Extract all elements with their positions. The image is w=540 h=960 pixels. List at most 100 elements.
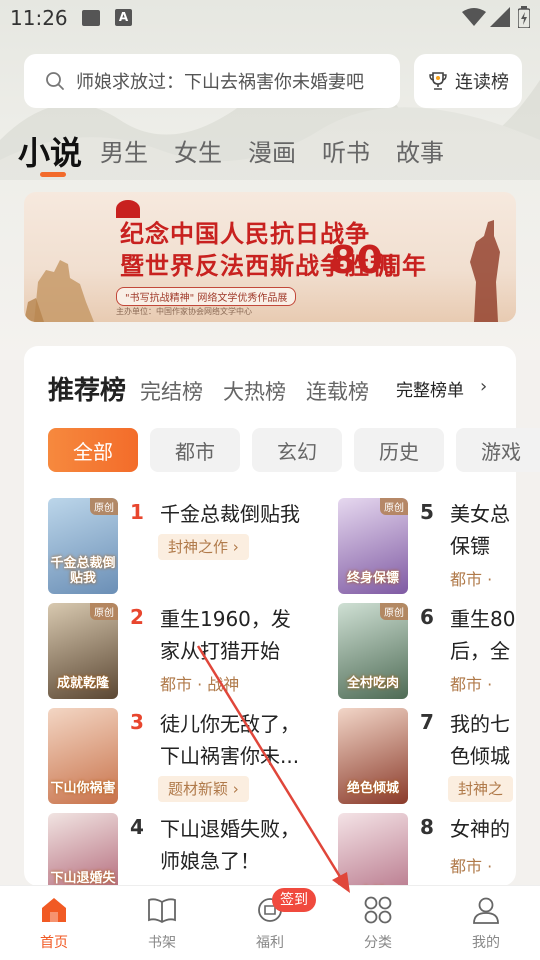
book-item[interactable]: 绝色倾城 7 我的七 色倾城 封神之 xyxy=(338,708,516,804)
nav-home[interactable]: 首页 xyxy=(14,894,94,952)
book-title: 下山退婚失败， xyxy=(160,817,300,841)
original-badge: 原创 xyxy=(90,498,118,515)
nav-category-label: 分类 xyxy=(364,935,392,951)
image-notification-icon xyxy=(82,10,100,26)
book-item[interactable]: 原创 终身保镖 5 美女总 保镖 都市 · xyxy=(338,498,516,594)
book-title: 徒儿你无敌了， xyxy=(160,712,300,736)
status-bar: 11:26 A xyxy=(0,0,540,36)
cover-title: 成就乾隆 xyxy=(56,675,109,691)
statue-illustration xyxy=(24,260,94,322)
soldier-silhouette xyxy=(470,220,500,322)
cover-title: 下山你祸害 xyxy=(50,780,116,796)
book-title-line2: 色倾城 xyxy=(450,744,510,768)
nav-bookshelf[interactable]: 书架 xyxy=(122,894,202,952)
original-badge: 原创 xyxy=(380,603,408,620)
book-title: 美女总 xyxy=(450,502,510,526)
book-tag[interactable]: 封神之 xyxy=(448,776,514,802)
book-title-line2: 下山祸害你未... xyxy=(160,744,300,768)
book-cover: 绝色倾城 xyxy=(338,708,408,804)
chip-all[interactable]: 全部 xyxy=(48,428,138,472)
chevron-right-icon[interactable]: › xyxy=(480,376,487,397)
grid-icon xyxy=(364,896,392,924)
continuous-reading-rank-button[interactable]: 连读榜 xyxy=(414,54,522,108)
original-badge: 原创 xyxy=(380,498,408,515)
rank-button-label: 连读榜 xyxy=(455,72,509,93)
nav-category[interactable]: 分类 xyxy=(338,894,418,952)
ranking-title[interactable]: 推荐榜 xyxy=(48,370,126,407)
banner-anniversary-suffix: 周年 xyxy=(378,252,426,280)
rank-number: 5 xyxy=(420,500,434,524)
ranking-tab-completed[interactable]: 完结榜 xyxy=(140,376,203,406)
book-cover: 原创 成就乾隆 xyxy=(48,603,118,699)
ranking-tab-hot[interactable]: 大热榜 xyxy=(223,376,286,406)
banner-footer: 主办单位：中国作家协会网络文学中心 xyxy=(116,307,252,316)
checkin-badge[interactable]: 签到 xyxy=(272,888,316,912)
chip-fantasy[interactable]: 玄幻 xyxy=(252,428,342,472)
book-cover: 下山你祸害 xyxy=(48,708,118,804)
rank-number: 2 xyxy=(130,605,144,629)
banner-anniversary-number: 80 xyxy=(330,238,383,282)
nav-home-label: 首页 xyxy=(40,935,68,951)
book-cover: 女神 xyxy=(338,813,408,888)
rank-number: 8 xyxy=(420,815,434,839)
book-genre: 都市 · 战神 xyxy=(160,675,240,694)
search-placeholder: 师娘求放过：下山去祸害你未婚妻吧 xyxy=(76,72,364,93)
book-cover: 原创 全村吃肉 xyxy=(338,603,408,699)
chip-history[interactable]: 历史 xyxy=(354,428,444,472)
rank-number: 1 xyxy=(130,500,144,524)
rank-number: 3 xyxy=(130,710,144,734)
chip-game[interactable]: 游戏 xyxy=(456,428,540,472)
ranking-tab-serial[interactable]: 连载榜 xyxy=(306,376,369,406)
tab-novel[interactable]: 小说 xyxy=(18,132,82,174)
trophy-icon xyxy=(429,72,447,90)
genre-chips: 全部 都市 玄幻 历史 游戏 xyxy=(48,428,540,472)
ranking-card: 推荐榜 完结榜 大热榜 连载榜 完整榜单 › 全部 都市 玄幻 历史 游戏 原创… xyxy=(24,346,540,909)
tab-female[interactable]: 女生 xyxy=(174,132,222,174)
banner-tag: "书写抗战精神" 网络文学优秀作品展 xyxy=(116,287,297,306)
nav-welfare-label: 福利 xyxy=(256,935,284,951)
book-item[interactable]: 原创 全村吃肉 6 重生80 后，全 都市 · xyxy=(338,603,516,699)
category-tabs: 小说 男生 女生 漫画 听书 故事 xyxy=(18,124,470,174)
search-bar[interactable]: 师娘求放过：下山去祸害你未婚妻吧 xyxy=(24,54,400,108)
book-tag[interactable]: 封神之作 › xyxy=(158,534,249,560)
book-title: 重生80 xyxy=(450,607,516,631)
full-ranking-link[interactable]: 完整榜单 xyxy=(396,376,464,401)
book-item[interactable]: 女神 8 女神的 都市 · xyxy=(338,813,516,888)
rank-number: 6 xyxy=(420,605,434,629)
rank-number: 7 xyxy=(420,710,434,734)
book-item[interactable]: 原创 成就乾隆 2 重生1960，发 家从打猎开始 都市 · 战神 xyxy=(48,603,308,699)
nav-mine[interactable]: 我的 xyxy=(446,894,526,952)
tab-audio[interactable]: 听书 xyxy=(322,132,370,174)
original-badge: 原创 xyxy=(90,603,118,620)
chip-urban[interactable]: 都市 xyxy=(150,428,240,472)
book-tag[interactable]: 题材新颖 › xyxy=(158,776,249,802)
book-genre: 都市 · xyxy=(450,570,493,589)
nav-bookshelf-label: 书架 xyxy=(148,935,176,951)
book-icon xyxy=(148,898,176,924)
book-cover: 原创 千金总裁倒贴我 xyxy=(48,498,118,594)
tab-story[interactable]: 故事 xyxy=(396,132,444,174)
signal-icon xyxy=(490,7,510,27)
book-genre: 都市 · xyxy=(450,857,493,876)
a-notification-icon: A xyxy=(115,9,132,26)
book-item[interactable]: 下山你祸害 3 徒儿你无敌了， 下山祸害你未... 题材新颖 › xyxy=(48,708,308,804)
search-icon xyxy=(46,72,64,90)
book-title-line2: 师娘急了！ xyxy=(160,849,260,873)
cover-title: 绝色倾城 xyxy=(346,780,399,796)
tab-male[interactable]: 男生 xyxy=(100,132,148,174)
book-title-line2: 保镖 xyxy=(450,534,490,558)
book-title: 千金总裁倒贴我 xyxy=(160,502,300,526)
bottom-nav: 首页 书架 福利 分类 我的 xyxy=(0,885,540,960)
cover-title: 千金总裁倒贴我 xyxy=(50,556,116,586)
book-title: 我的七 xyxy=(450,712,510,736)
tab-comic[interactable]: 漫画 xyxy=(248,132,296,174)
book-title-line2: 家从打猎开始 xyxy=(160,639,280,663)
promo-banner[interactable]: 纪念中国人民抗日战争 暨世界反法西斯战争胜利 80 周年 "书写抗战精神" 网络… xyxy=(24,192,516,322)
book-genre: 都市 · xyxy=(450,675,493,694)
book-item[interactable]: 原创 千金总裁倒贴我 1 千金总裁倒贴我 封神之作 › xyxy=(48,498,308,594)
home-icon xyxy=(42,898,66,922)
rank-number: 4 xyxy=(130,815,144,839)
nav-mine-label: 我的 xyxy=(472,935,500,951)
cover-title: 全村吃肉 xyxy=(346,675,399,691)
book-title-line2: 后，全 xyxy=(450,639,510,663)
